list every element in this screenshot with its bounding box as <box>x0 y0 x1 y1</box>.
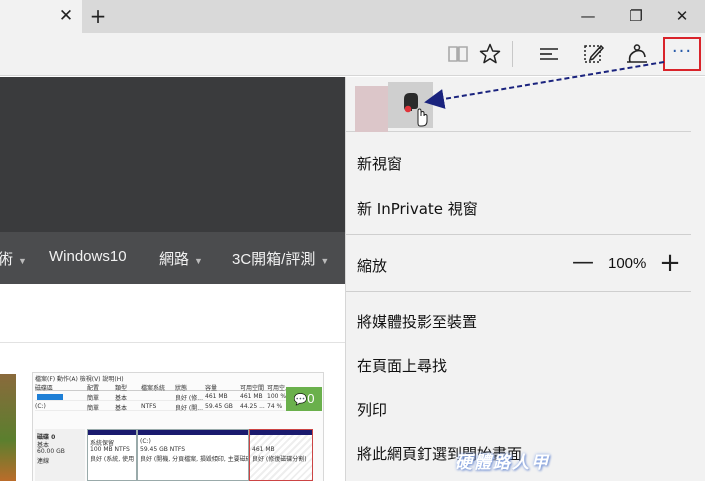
browser-window: ✕ + — ❐ ✕ ··· 術 ▼ Windows10 網路 ▼ 3C開箱/評測… <box>0 0 705 481</box>
comment-bubble-icon: 💬 <box>293 394 308 406</box>
web-page: 術 ▼ Windows10 網路 ▼ 3C開箱/評測 ▼ 檔案(F) 動作(A) 檢視… <box>0 77 345 481</box>
tab-close-icon[interactable]: ✕ <box>58 7 74 25</box>
site-nav: 術 ▼ Windows10 網路 ▼ 3C開箱/評測 ▼ <box>0 232 345 284</box>
extension-strip <box>346 77 691 132</box>
mini-menu: 檔案(F) 動作(A) 檢視(V) 說明(H) <box>35 376 124 383</box>
article-thumbnail[interactable] <box>0 374 16 481</box>
evernote-icon <box>404 93 428 127</box>
mini-header-row: 磁碟區 配置 類型 檔案系統 狀態 容量 可用空間 可用空... <box>35 385 291 392</box>
browser-toolbar: ··· <box>0 33 705 76</box>
watermark: 硬體路人甲 <box>455 453 550 473</box>
mini-row-2: (C:) 簡單 基本 NTFS 良好 (開... 59.45 GB 44.25 … <box>35 403 291 412</box>
comment-count-badge[interactable]: 💬0 <box>286 387 322 411</box>
mini-row-1: 簡單 基本 良好 (修... 461 MB 461 MB 100 % <box>35 393 291 402</box>
new-tab-icon[interactable]: + <box>88 5 108 27</box>
zoom-out-button[interactable]: — <box>572 252 594 274</box>
more-actions-menu: 新視窗 新 InPrivate 視窗 縮放 — 100% + 將媒體投影至裝置 … <box>345 77 705 481</box>
toolbar-separator <box>512 41 513 67</box>
mini-partition-c: (C:) 59.45 GB NTFS 良好 (開機, 分頁檔案, 損毀傾印, 主… <box>137 429 249 481</box>
nav-item-network[interactable]: 網路 ▼ <box>159 248 203 269</box>
zoom-in-button[interactable]: + <box>658 250 682 276</box>
mini-partition-recovery: 461 MB 良好 (修復磁碟分割) <box>249 429 313 481</box>
content-divider <box>0 342 345 343</box>
menu-new-window[interactable]: 新視窗 <box>357 153 402 174</box>
menu-divider <box>346 234 691 235</box>
tab-strip: ✕ + — ❐ ✕ <box>0 0 705 33</box>
menu-cast-media[interactable]: 將媒體投影至裝置 <box>357 311 477 332</box>
site-header <box>0 77 345 232</box>
menu-print[interactable]: 列印 <box>357 399 387 420</box>
mini-partition-system: 系統保留 100 MB NTFS 良好 (系統, 使用 <box>87 429 137 481</box>
close-window-icon[interactable]: ✕ <box>668 5 696 27</box>
reading-view-icon[interactable] <box>446 42 472 66</box>
menu-new-inprivate-window[interactable]: 新 InPrivate 視窗 <box>357 198 478 219</box>
active-tab[interactable]: ✕ <box>0 0 82 33</box>
zoom-label: 縮放 <box>357 257 388 275</box>
extension-slot[interactable] <box>355 86 388 132</box>
more-dots-icon: ··· <box>671 41 693 62</box>
zoom-level: 100% <box>608 255 647 272</box>
nav-item-windows10[interactable]: Windows10 <box>49 248 132 265</box>
mini-disk-label: 磁碟 0 基本 60.00 GB 連線 <box>35 429 85 481</box>
menu-find-on-page[interactable]: 在頁面上尋找 <box>357 355 447 376</box>
hub-icon[interactable] <box>537 42 563 66</box>
restore-icon[interactable]: ❐ <box>622 5 650 27</box>
evernote-extension-button[interactable] <box>388 82 433 128</box>
minimize-icon[interactable]: — <box>574 5 602 27</box>
menu-divider <box>346 291 691 292</box>
web-note-icon[interactable] <box>582 42 608 66</box>
comment-count: 0 <box>307 391 315 406</box>
more-actions-button[interactable]: ··· <box>663 37 701 71</box>
disk-management-screenshot[interactable]: 檔案(F) 動作(A) 檢視(V) 說明(H) 磁碟區 配置 類型 檔案系統 狀… <box>32 372 324 481</box>
nav-item-3c-review[interactable]: 3C開箱/評測 ▼ <box>232 248 329 269</box>
favorites-star-icon[interactable] <box>478 42 504 66</box>
nav-item-partial[interactable]: 術 ▼ <box>0 248 27 269</box>
share-icon[interactable] <box>624 42 650 66</box>
